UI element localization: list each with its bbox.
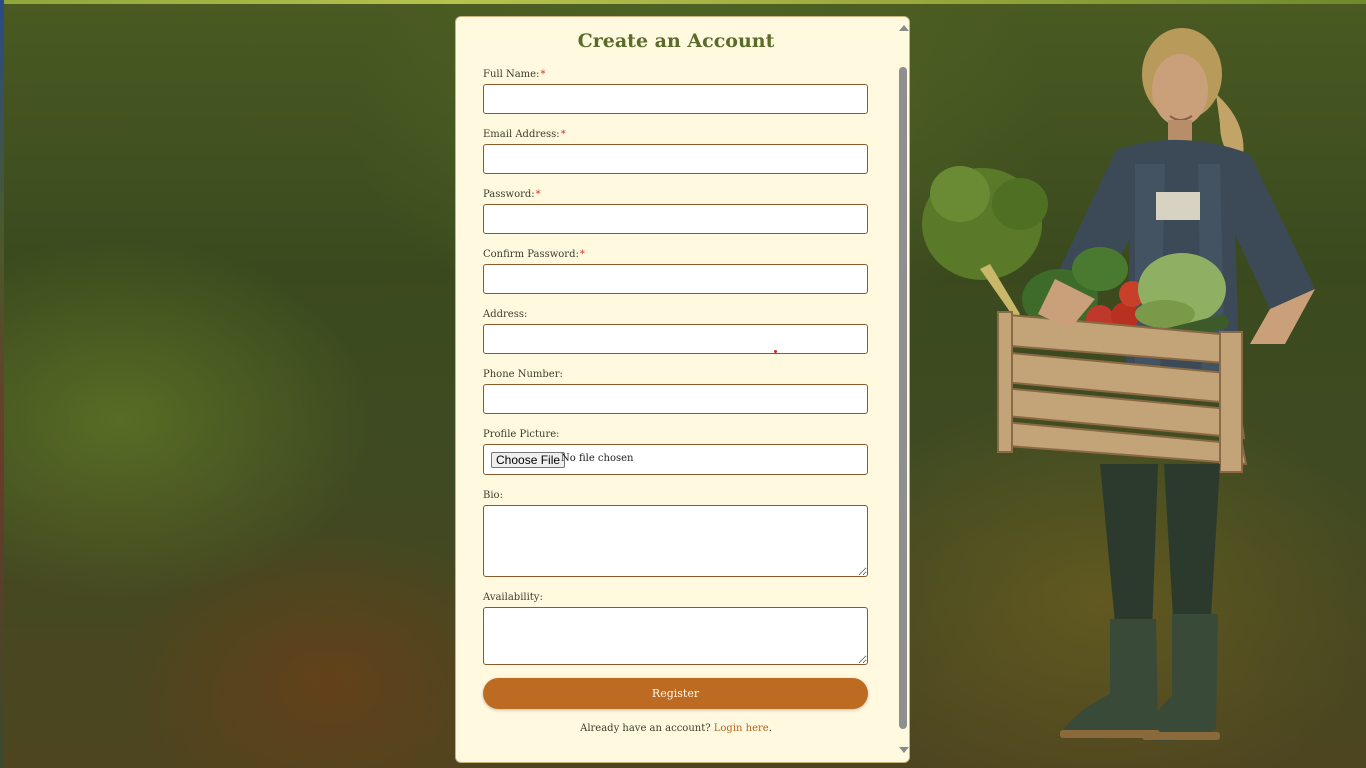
background-top-strip — [0, 0, 1366, 4]
bio-label: Bio: — [483, 490, 503, 501]
choose-file-button[interactable]: Choose File — [491, 452, 566, 468]
profile-picture-label: Profile Picture: — [483, 429, 560, 440]
profile-picture-input[interactable]: Choose File No file chosen — [483, 444, 868, 475]
email-label: Email Address:* — [483, 129, 566, 140]
login-link[interactable]: Login here — [714, 723, 769, 734]
email-label-text: Email Address: — [483, 129, 560, 140]
availability-label: Availability: — [483, 592, 543, 603]
register-button[interactable]: Register — [483, 678, 868, 709]
phone-label: Phone Number: — [483, 369, 563, 380]
login-prompt: Already have an account? Login here. — [456, 723, 896, 734]
address-input[interactable] — [483, 324, 868, 354]
required-marker: * — [560, 129, 566, 140]
page-title: Create an Account — [577, 30, 775, 52]
confirm-password-label: Confirm Password:* — [483, 249, 585, 260]
scrollbar[interactable] — [897, 17, 909, 762]
scroll-down-icon[interactable] — [899, 747, 909, 753]
scrollbar-thumb[interactable] — [899, 67, 907, 729]
password-label: Password:* — [483, 189, 541, 200]
registration-panel: Create an Account Full Name:* Email Addr… — [455, 16, 910, 763]
scroll-up-icon[interactable] — [899, 25, 909, 31]
availability-textarea[interactable] — [483, 607, 868, 665]
password-input[interactable] — [483, 204, 868, 234]
address-label: Address: — [483, 309, 528, 320]
login-prompt-text: Already have an account? — [580, 723, 711, 734]
full-name-label: Full Name:* — [483, 69, 545, 80]
confirm-password-label-text: Confirm Password: — [483, 249, 579, 260]
confirm-password-input[interactable] — [483, 264, 868, 294]
full-name-input[interactable] — [483, 84, 868, 114]
password-label-text: Password: — [483, 189, 535, 200]
phone-input[interactable] — [483, 384, 868, 414]
file-status-text: No file chosen — [561, 453, 634, 464]
cursor-indicator — [774, 350, 777, 353]
required-marker: * — [535, 189, 541, 200]
email-input[interactable] — [483, 144, 868, 174]
bio-textarea[interactable] — [483, 505, 868, 577]
background-left-edge — [0, 0, 4, 768]
required-marker: * — [579, 249, 585, 260]
login-suffix: . — [768, 723, 772, 734]
full-name-label-text: Full Name: — [483, 69, 540, 80]
farmer-illustration — [922, 28, 1315, 742]
required-marker: * — [540, 69, 546, 80]
